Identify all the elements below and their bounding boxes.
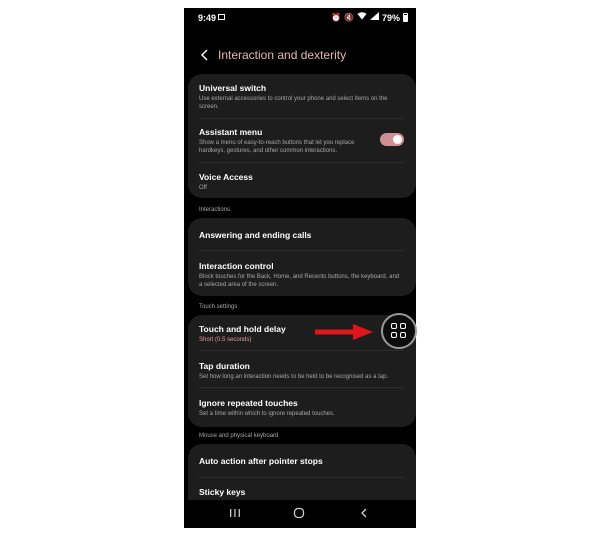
gallery-notification-icon [218,14,225,20]
page-title: Interaction and dexterity [218,48,347,62]
battery-percent: 79% [381,12,400,23]
status-bar: 9:49 ⏰ 🔇 79% [184,8,416,28]
navigation-bar [184,500,416,528]
section-label-interactions: Interactions [199,207,231,213]
mute-icon: 🔇 [344,12,354,22]
item-title: Answering and ending calls [199,230,312,240]
item-title: Interaction control [199,261,274,271]
assistant-menu-toggle[interactable] [380,133,404,146]
universal-switch-item[interactable]: Universal switch Use external accessorie… [188,74,416,119]
answering-ending-calls-item[interactable]: Answering and ending calls [188,218,416,251]
settings-card-general: Universal switch Use external accessorie… [188,74,416,198]
item-title: Tap duration [199,361,250,371]
wifi-icon [357,12,367,23]
back-icon[interactable] [357,506,371,520]
toggle-knob [393,135,402,144]
item-title: Universal switch [199,83,267,93]
section-label-mouse-keyboard: Mouse and physical keyboard [199,433,279,439]
item-title: Sticky keys [199,487,246,497]
signal-icon [369,12,379,23]
item-title: Assistant menu [199,127,263,137]
item-description: Block touches for the Back, Home, and Re… [199,274,400,288]
interaction-control-item[interactable]: Interaction control Block touches for th… [188,251,416,296]
battery-icon [403,13,408,22]
item-description: Set a time within which to ignore repeat… [199,411,335,417]
item-status: Off [199,185,207,191]
auto-action-item[interactable]: Auto action after pointer stops [188,444,416,478]
phone-screen: 9:49 ⏰ 🔇 79% Interaction and dexterity U… [184,8,416,528]
status-time: 9:49 [198,13,217,23]
home-icon[interactable] [292,506,306,520]
recents-icon[interactable] [228,506,242,520]
grid-icon [391,323,407,339]
back-arrow-icon[interactable] [198,48,212,62]
app-header: Interaction and dexterity [184,43,416,69]
item-title: Auto action after pointer stops [199,456,323,466]
voice-access-item[interactable]: Voice Access Off [188,163,416,198]
item-description: Use external accessories to control your… [199,96,388,110]
assistant-menu-floating-button[interactable] [381,313,417,349]
settings-card-interactions: Answering and ending calls Interaction c… [188,218,416,296]
item-description: Set how long an interaction needs to be … [199,374,389,380]
tap-duration-item[interactable]: Tap duration Set how long an interaction… [188,351,416,388]
status-icons: ⏰ 🔇 79% [331,12,408,23]
alarm-icon: ⏰ [331,12,342,22]
assistant-menu-item[interactable]: Assistant menu Show a menu of easy-to-re… [188,119,416,163]
item-title: Ignore repeated touches [199,398,298,408]
ignore-repeated-touches-item[interactable]: Ignore repeated touches Set a time withi… [188,388,416,427]
item-title: Voice Access [199,172,253,182]
item-description: Show a menu of easy-to-reach buttons tha… [199,140,355,154]
pointer-arrow-icon [315,324,373,340]
section-label-touch-settings: Touch settings [199,304,238,310]
